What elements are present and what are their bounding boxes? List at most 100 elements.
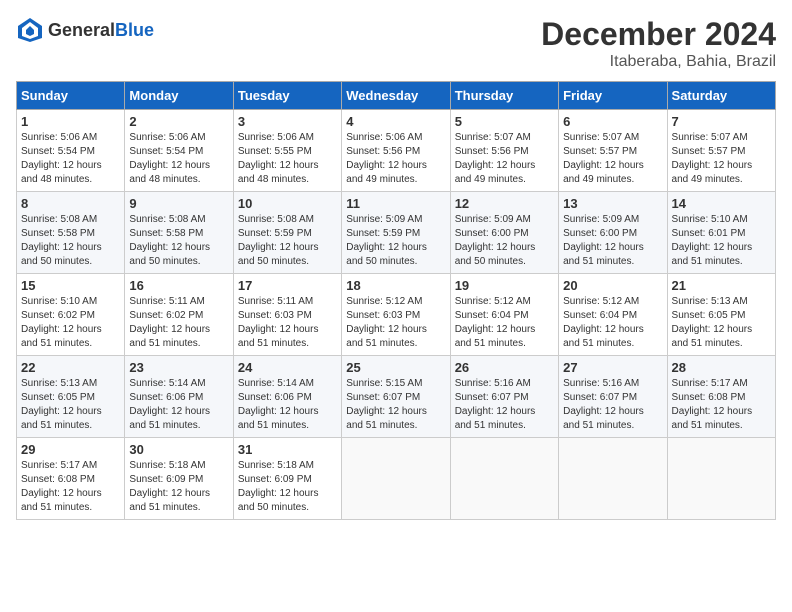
title-area: December 2024 Itaberaba, Bahia, Brazil [541,16,776,71]
table-row: 15Sunrise: 5:10 AM Sunset: 6:02 PM Dayli… [17,274,125,356]
table-row: 12Sunrise: 5:09 AM Sunset: 6:00 PM Dayli… [450,192,558,274]
day-number: 7 [672,114,771,129]
table-row: 23 Sunrise: 5:14 AM Sunset: 6:06 PM Dayli… [125,356,233,438]
day-info: Sunrise: 5:07 AM Sunset: 5:57 PM Dayligh… [672,131,771,187]
day-info: Sunrise: 5:09 AM Sunset: 6:00 PM Dayligh… [563,213,662,269]
day-info: Sunrise: 5:10 AM Sunset: 6:02 PM Dayligh… [21,295,120,351]
day-info: Sunrise: 5:12 AM Sunset: 6:03 PM Dayligh… [346,295,445,351]
day-info: Sunrise: 5:11 AM Sunset: 6:02 PM Dayligh… [129,295,228,351]
calendar-week-2: 8Sunrise: 5:08 AM Sunset: 5:58 PM Daylig… [17,192,776,274]
day-info: Sunrise: 5:16 AM Sunset: 6:07 PM Dayligh… [563,377,662,433]
table-row [450,438,558,520]
table-row: 2 Sunrise: 5:06 AM Sunset: 5:54 PM Daylig… [125,110,233,192]
day-info: Sunrise: 5:08 AM Sunset: 5:58 PM Dayligh… [129,213,228,269]
table-row: 1 Sunrise: 5:06 AM Sunset: 5:54 PM Daylig… [17,110,125,192]
table-row: 10Sunrise: 5:08 AM Sunset: 5:59 PM Dayli… [233,192,341,274]
col-saturday: Saturday [667,82,775,110]
day-number: 28 [672,360,771,375]
day-info: Sunrise: 5:14 AM Sunset: 6:06 PM Dayligh… [129,377,228,433]
table-row: 14 Sunrise: 5:10 AM Sunset: 6:01 PM Dayli… [667,192,775,274]
day-number: 19 [455,278,554,293]
col-thursday: Thursday [450,82,558,110]
day-info: Sunrise: 5:12 AM Sunset: 6:04 PM Dayligh… [455,295,554,351]
day-number: 27 [563,360,662,375]
day-number: 1 [21,114,120,129]
table-row: 24 Sunrise: 5:14 AM Sunset: 6:06 PM Dayli… [233,356,341,438]
table-row [559,438,667,520]
day-info: Sunrise: 5:06 AM Sunset: 5:55 PM Dayligh… [238,131,337,187]
day-number: 2 [129,114,228,129]
table-row: 5Sunrise: 5:07 AM Sunset: 5:56 PM Daylig… [450,110,558,192]
table-row [342,438,450,520]
day-number: 18 [346,278,445,293]
table-row: 13 Sunrise: 5:09 AM Sunset: 6:00 PM Dayli… [559,192,667,274]
day-info: Sunrise: 5:06 AM Sunset: 5:54 PM Dayligh… [21,131,120,187]
logo-icon [16,16,44,44]
col-monday: Monday [125,82,233,110]
table-row: 16 Sunrise: 5:11 AM Sunset: 6:02 PM Dayli… [125,274,233,356]
day-info: Sunrise: 5:09 AM Sunset: 5:59 PM Dayligh… [346,213,445,269]
table-row: 3Sunrise: 5:06 AM Sunset: 5:55 PM Daylig… [233,110,341,192]
day-number: 13 [563,196,662,211]
table-row: 19 Sunrise: 5:12 AM Sunset: 6:04 PM Dayli… [450,274,558,356]
day-info: Sunrise: 5:07 AM Sunset: 5:57 PM Dayligh… [563,131,662,187]
day-number: 6 [563,114,662,129]
day-info: Sunrise: 5:06 AM Sunset: 5:54 PM Dayligh… [129,131,228,187]
day-number: 14 [672,196,771,211]
location-title: Itaberaba, Bahia, Brazil [541,53,776,71]
day-number: 31 [238,442,337,457]
day-number: 20 [563,278,662,293]
day-info: Sunrise: 5:11 AM Sunset: 6:03 PM Dayligh… [238,295,337,351]
table-row: 30Sunrise: 5:18 AM Sunset: 6:09 PM Dayli… [125,438,233,520]
table-row: 18 Sunrise: 5:12 AM Sunset: 6:03 PM Dayli… [342,274,450,356]
day-info: Sunrise: 5:08 AM Sunset: 5:59 PM Dayligh… [238,213,337,269]
day-number: 12 [455,196,554,211]
table-row: 22 Sunrise: 5:13 AM Sunset: 6:05 PM Dayli… [17,356,125,438]
day-info: Sunrise: 5:10 AM Sunset: 6:01 PM Dayligh… [672,213,771,269]
day-number: 22 [21,360,120,375]
col-tuesday: Tuesday [233,82,341,110]
day-info: Sunrise: 5:06 AM Sunset: 5:56 PM Dayligh… [346,131,445,187]
day-number: 26 [455,360,554,375]
table-row: 26 Sunrise: 5:16 AM Sunset: 6:07 PM Dayli… [450,356,558,438]
day-info: Sunrise: 5:13 AM Sunset: 6:05 PM Dayligh… [21,377,120,433]
logo-text-blue: Blue [115,20,154,40]
table-row: 6 Sunrise: 5:07 AM Sunset: 5:57 PM Daylig… [559,110,667,192]
col-sunday: Sunday [17,82,125,110]
table-row: 29Sunrise: 5:17 AM Sunset: 6:08 PM Dayli… [17,438,125,520]
day-number: 4 [346,114,445,129]
logo-text-general: General [48,20,115,40]
day-info: Sunrise: 5:08 AM Sunset: 5:58 PM Dayligh… [21,213,120,269]
day-info: Sunrise: 5:16 AM Sunset: 6:07 PM Dayligh… [455,377,554,433]
calendar-week-1: 1 Sunrise: 5:06 AM Sunset: 5:54 PM Daylig… [17,110,776,192]
table-row: 9 Sunrise: 5:08 AM Sunset: 5:58 PM Daylig… [125,192,233,274]
page-header: GeneralBlue December 2024 Itaberaba, Bah… [16,16,776,71]
table-row: 27 Sunrise: 5:16 AM Sunset: 6:07 PM Dayli… [559,356,667,438]
table-row [667,438,775,520]
day-number: 23 [129,360,228,375]
day-number: 9 [129,196,228,211]
day-number: 24 [238,360,337,375]
day-info: Sunrise: 5:07 AM Sunset: 5:56 PM Dayligh… [455,131,554,187]
day-info: Sunrise: 5:18 AM Sunset: 6:09 PM Dayligh… [238,459,337,515]
table-row: 25Sunrise: 5:15 AM Sunset: 6:07 PM Dayli… [342,356,450,438]
table-row: 28 Sunrise: 5:17 AM Sunset: 6:08 PM Dayli… [667,356,775,438]
table-row: 20 Sunrise: 5:12 AM Sunset: 6:04 PM Dayli… [559,274,667,356]
calendar-week-4: 22 Sunrise: 5:13 AM Sunset: 6:05 PM Dayli… [17,356,776,438]
calendar-week-5: 29Sunrise: 5:17 AM Sunset: 6:08 PM Dayli… [17,438,776,520]
calendar-week-3: 15Sunrise: 5:10 AM Sunset: 6:02 PM Dayli… [17,274,776,356]
day-info: Sunrise: 5:18 AM Sunset: 6:09 PM Dayligh… [129,459,228,515]
day-number: 29 [21,442,120,457]
table-row: 17Sunrise: 5:11 AM Sunset: 6:03 PM Dayli… [233,274,341,356]
col-wednesday: Wednesday [342,82,450,110]
day-info: Sunrise: 5:17 AM Sunset: 6:08 PM Dayligh… [672,377,771,433]
month-title: December 2024 [541,16,776,53]
day-info: Sunrise: 5:14 AM Sunset: 6:06 PM Dayligh… [238,377,337,433]
day-info: Sunrise: 5:13 AM Sunset: 6:05 PM Dayligh… [672,295,771,351]
day-number: 25 [346,360,445,375]
day-info: Sunrise: 5:12 AM Sunset: 6:04 PM Dayligh… [563,295,662,351]
calendar-header-row: Sunday Monday Tuesday Wednesday Thursday… [17,82,776,110]
day-number: 16 [129,278,228,293]
day-number: 21 [672,278,771,293]
table-row: 7 Sunrise: 5:07 AM Sunset: 5:57 PM Daylig… [667,110,775,192]
